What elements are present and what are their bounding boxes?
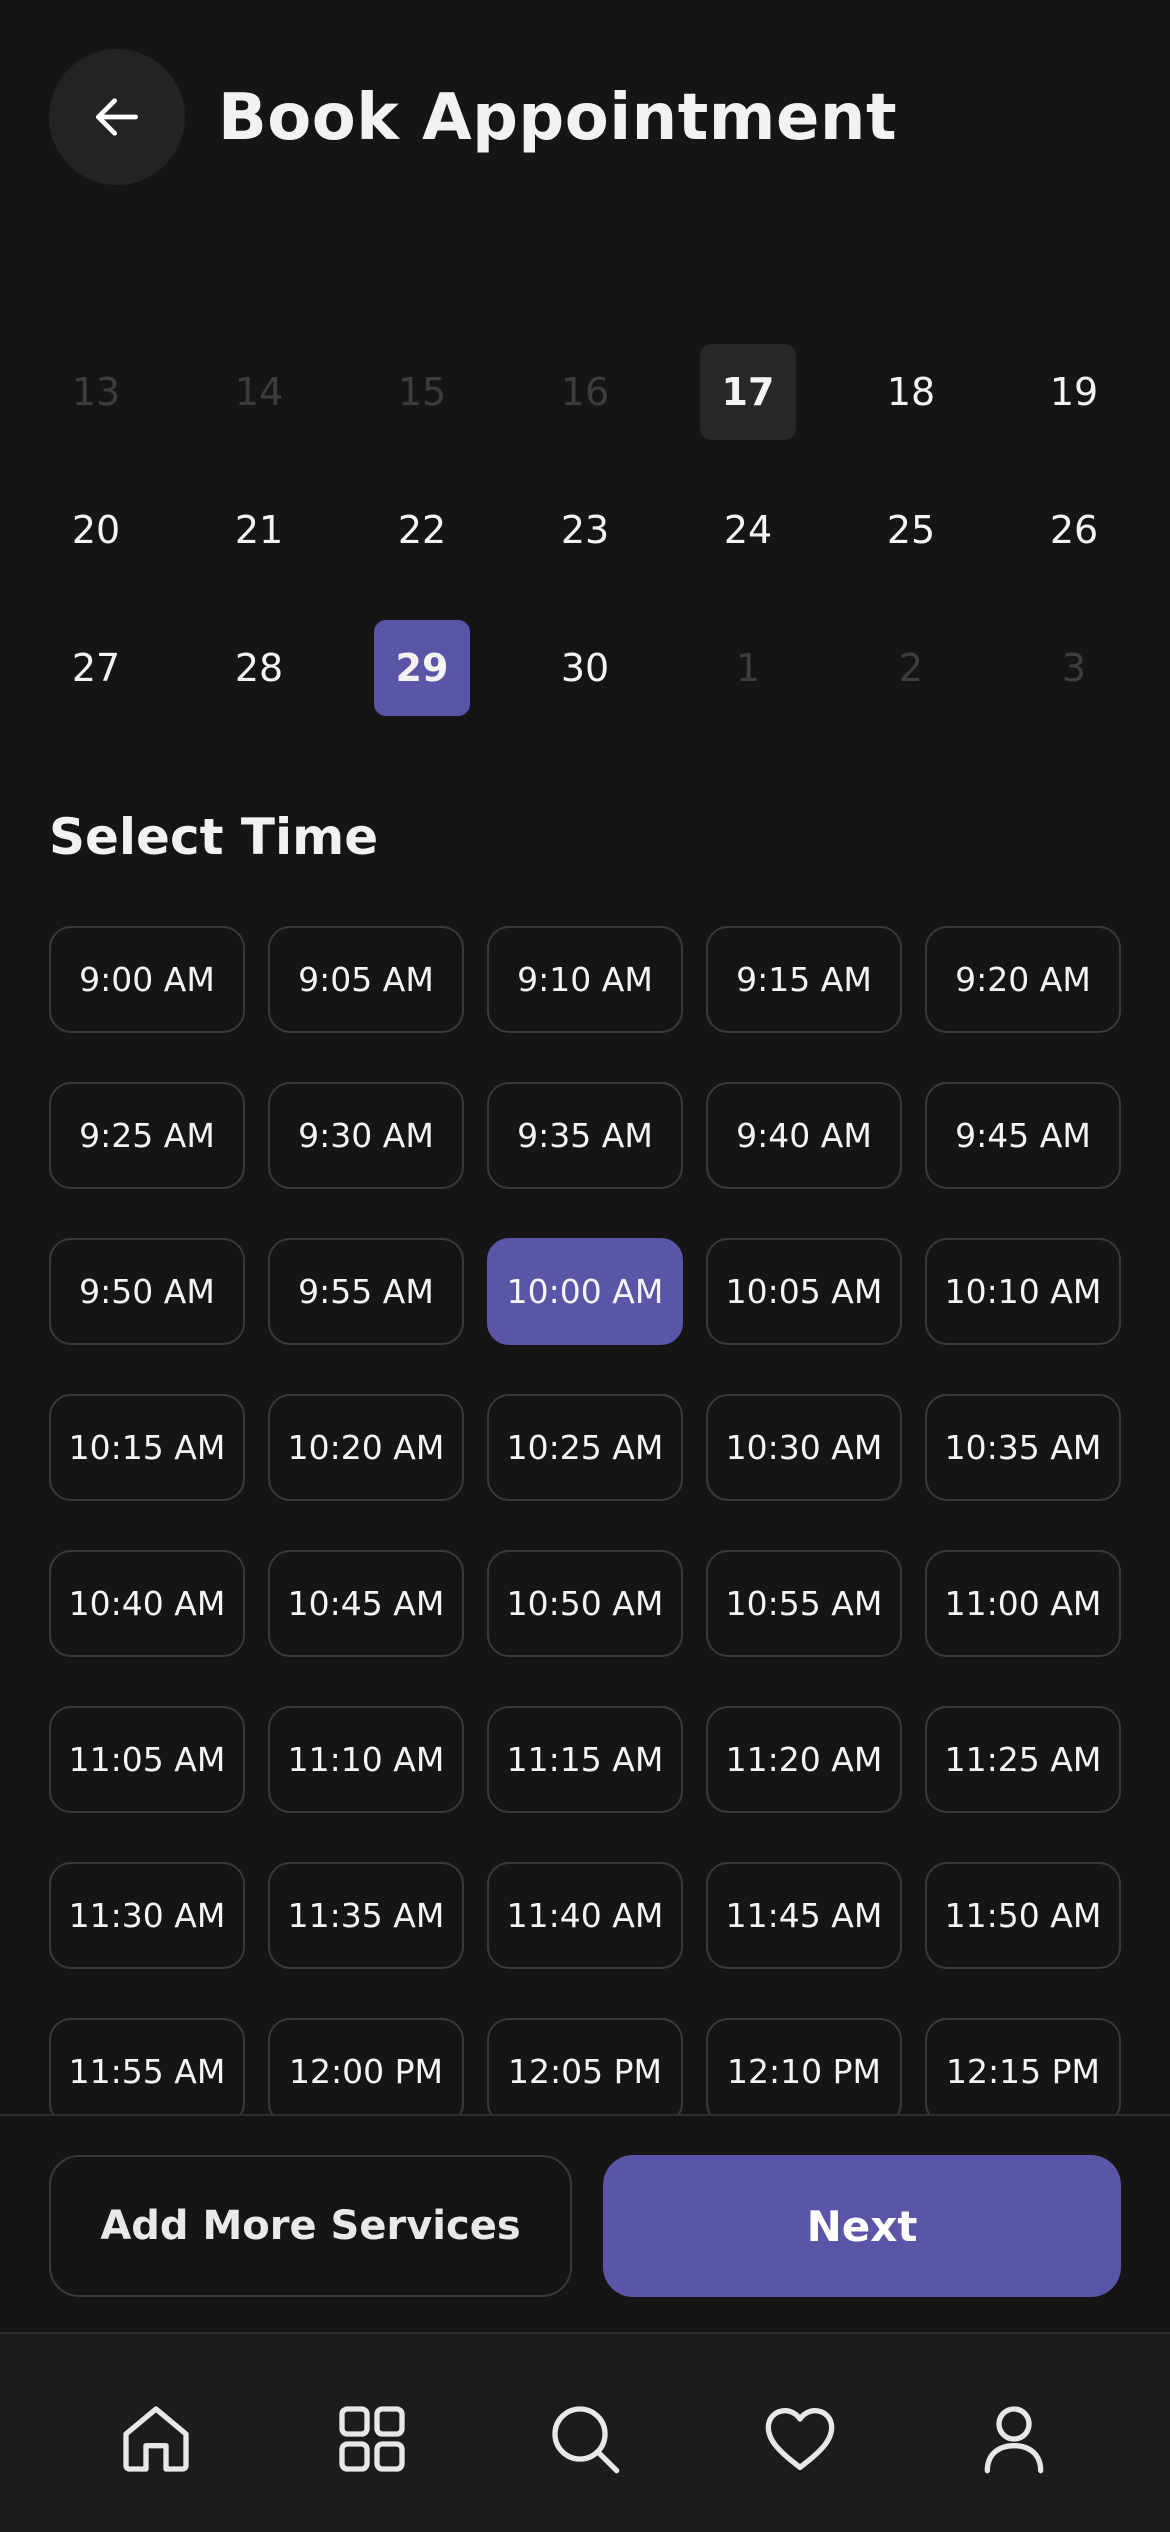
time-slot[interactable]: 11:50 AM bbox=[925, 1862, 1121, 1969]
tab-bar bbox=[0, 2332, 1170, 2532]
time-slot[interactable]: 10:30 AM bbox=[706, 1394, 902, 1501]
calendar-week-row: 27 28 29 30 1 2 3 bbox=[0, 618, 1170, 718]
time-slot[interactable]: 11:55 AM bbox=[49, 2018, 245, 2114]
time-slot[interactable]: 9:55 AM bbox=[268, 1238, 464, 1345]
tab-search[interactable] bbox=[540, 2394, 630, 2484]
time-slot-selected[interactable]: 10:00 AM bbox=[487, 1238, 683, 1345]
calendar-day[interactable]: 21 bbox=[211, 482, 307, 578]
time-slot[interactable]: 11:15 AM bbox=[487, 1706, 683, 1813]
time-slot[interactable]: 10:15 AM bbox=[49, 1394, 245, 1501]
time-slot[interactable]: 9:05 AM bbox=[268, 926, 464, 1033]
time-slot[interactable]: 12:00 PM bbox=[268, 2018, 464, 2114]
home-icon bbox=[123, 2406, 189, 2472]
calendar-day[interactable]: 18 bbox=[863, 344, 959, 440]
arrow-left-icon bbox=[96, 98, 139, 136]
calendar-day: 14 bbox=[234, 370, 284, 414]
time-slot[interactable]: 10:40 AM bbox=[49, 1550, 245, 1657]
time-slot[interactable]: 11:00 AM bbox=[925, 1550, 1121, 1657]
calendar-day[interactable]: 24 bbox=[700, 482, 796, 578]
time-slot[interactable]: 9:25 AM bbox=[49, 1082, 245, 1189]
calendar-week-row: 20 21 22 23 24 25 26 bbox=[0, 480, 1170, 580]
time-slot[interactable]: 12:05 PM bbox=[487, 2018, 683, 2114]
calendar-day[interactable]: 30 bbox=[537, 620, 633, 716]
calendar-day-selected[interactable]: 29 bbox=[374, 620, 470, 716]
time-slot[interactable]: 10:05 AM bbox=[706, 1238, 902, 1345]
time-slot[interactable]: 10:35 AM bbox=[925, 1394, 1121, 1501]
calendar-day[interactable]: 28 bbox=[211, 620, 307, 716]
time-slot[interactable]: 9:10 AM bbox=[487, 926, 683, 1033]
calendar-day-today[interactable]: 17 bbox=[700, 344, 796, 440]
calendar-day: 2 bbox=[898, 646, 924, 690]
search-icon bbox=[552, 2406, 620, 2474]
time-slot[interactable]: 10:55 AM bbox=[706, 1550, 902, 1657]
grid-icon bbox=[339, 2406, 405, 2472]
calendar-day[interactable]: 25 bbox=[863, 482, 959, 578]
calendar-day: 13 bbox=[71, 370, 121, 414]
calendar-day: 15 bbox=[397, 370, 447, 414]
calendar-week-row: 13 14 15 16 17 18 19 bbox=[0, 342, 1170, 442]
time-slot[interactable]: 11:35 AM bbox=[268, 1862, 464, 1969]
time-slot-grid: 9:00 AM 9:05 AM 9:10 AM 9:15 AM 9:20 AM 9:25 … bbox=[49, 926, 1121, 2114]
calendar-day[interactable]: 19 bbox=[1026, 344, 1122, 440]
select-time-heading: Select Time bbox=[49, 808, 379, 866]
time-slot[interactable]: 9:00 AM bbox=[49, 926, 245, 1033]
calendar-day: 3 bbox=[1061, 646, 1087, 690]
time-slot[interactable]: 10:45 AM bbox=[268, 1550, 464, 1657]
time-slot[interactable]: 9:35 AM bbox=[487, 1082, 683, 1189]
calendar-day[interactable]: 27 bbox=[48, 620, 144, 716]
page-title: Book Appointment bbox=[218, 81, 898, 155]
time-slot[interactable]: 11:45 AM bbox=[706, 1862, 902, 1969]
calendar-day[interactable]: 20 bbox=[48, 482, 144, 578]
calendar-day[interactable]: 23 bbox=[537, 482, 633, 578]
time-slot[interactable]: 12:15 PM bbox=[925, 2018, 1121, 2114]
time-slot[interactable]: 9:40 AM bbox=[706, 1082, 902, 1189]
time-slot[interactable]: 12:10 PM bbox=[706, 2018, 902, 2114]
time-slot[interactable]: 9:50 AM bbox=[49, 1238, 245, 1345]
tab-favorites[interactable] bbox=[755, 2394, 845, 2484]
calendar-day: 1 bbox=[735, 646, 761, 690]
tab-categories[interactable] bbox=[327, 2394, 417, 2484]
calendar-day[interactable]: 22 bbox=[374, 482, 470, 578]
time-slot[interactable]: 10:20 AM bbox=[268, 1394, 464, 1501]
time-slot[interactable]: 11:40 AM bbox=[487, 1862, 683, 1969]
time-slot[interactable]: 11:05 AM bbox=[49, 1706, 245, 1813]
tab-home[interactable] bbox=[111, 2394, 201, 2484]
time-slot[interactable]: 9:45 AM bbox=[925, 1082, 1121, 1189]
time-slot[interactable]: 11:10 AM bbox=[268, 1706, 464, 1813]
time-slot[interactable]: 10:50 AM bbox=[487, 1550, 683, 1657]
action-bar: Add More Services Next bbox=[0, 2114, 1170, 2332]
next-button[interactable]: Next bbox=[603, 2155, 1121, 2297]
time-slot[interactable]: 10:10 AM bbox=[925, 1238, 1121, 1345]
add-more-services-button[interactable]: Add More Services bbox=[49, 2155, 572, 2297]
back-button[interactable] bbox=[49, 49, 185, 185]
calendar-day: 16 bbox=[560, 370, 610, 414]
heart-icon bbox=[765, 2408, 835, 2470]
time-slot[interactable]: 9:30 AM bbox=[268, 1082, 464, 1189]
time-slot[interactable]: 10:25 AM bbox=[487, 1394, 683, 1501]
time-slot[interactable]: 9:20 AM bbox=[925, 926, 1121, 1033]
time-slot[interactable]: 9:15 AM bbox=[706, 926, 902, 1033]
time-slot[interactable]: 11:25 AM bbox=[925, 1706, 1121, 1813]
calendar-day[interactable]: 26 bbox=[1026, 482, 1122, 578]
time-slot[interactable]: 11:20 AM bbox=[706, 1706, 902, 1813]
header: Book Appointment bbox=[0, 0, 1170, 236]
tab-profile[interactable] bbox=[969, 2394, 1059, 2484]
time-slot[interactable]: 11:30 AM bbox=[49, 1862, 245, 1969]
user-icon bbox=[984, 2406, 1044, 2474]
